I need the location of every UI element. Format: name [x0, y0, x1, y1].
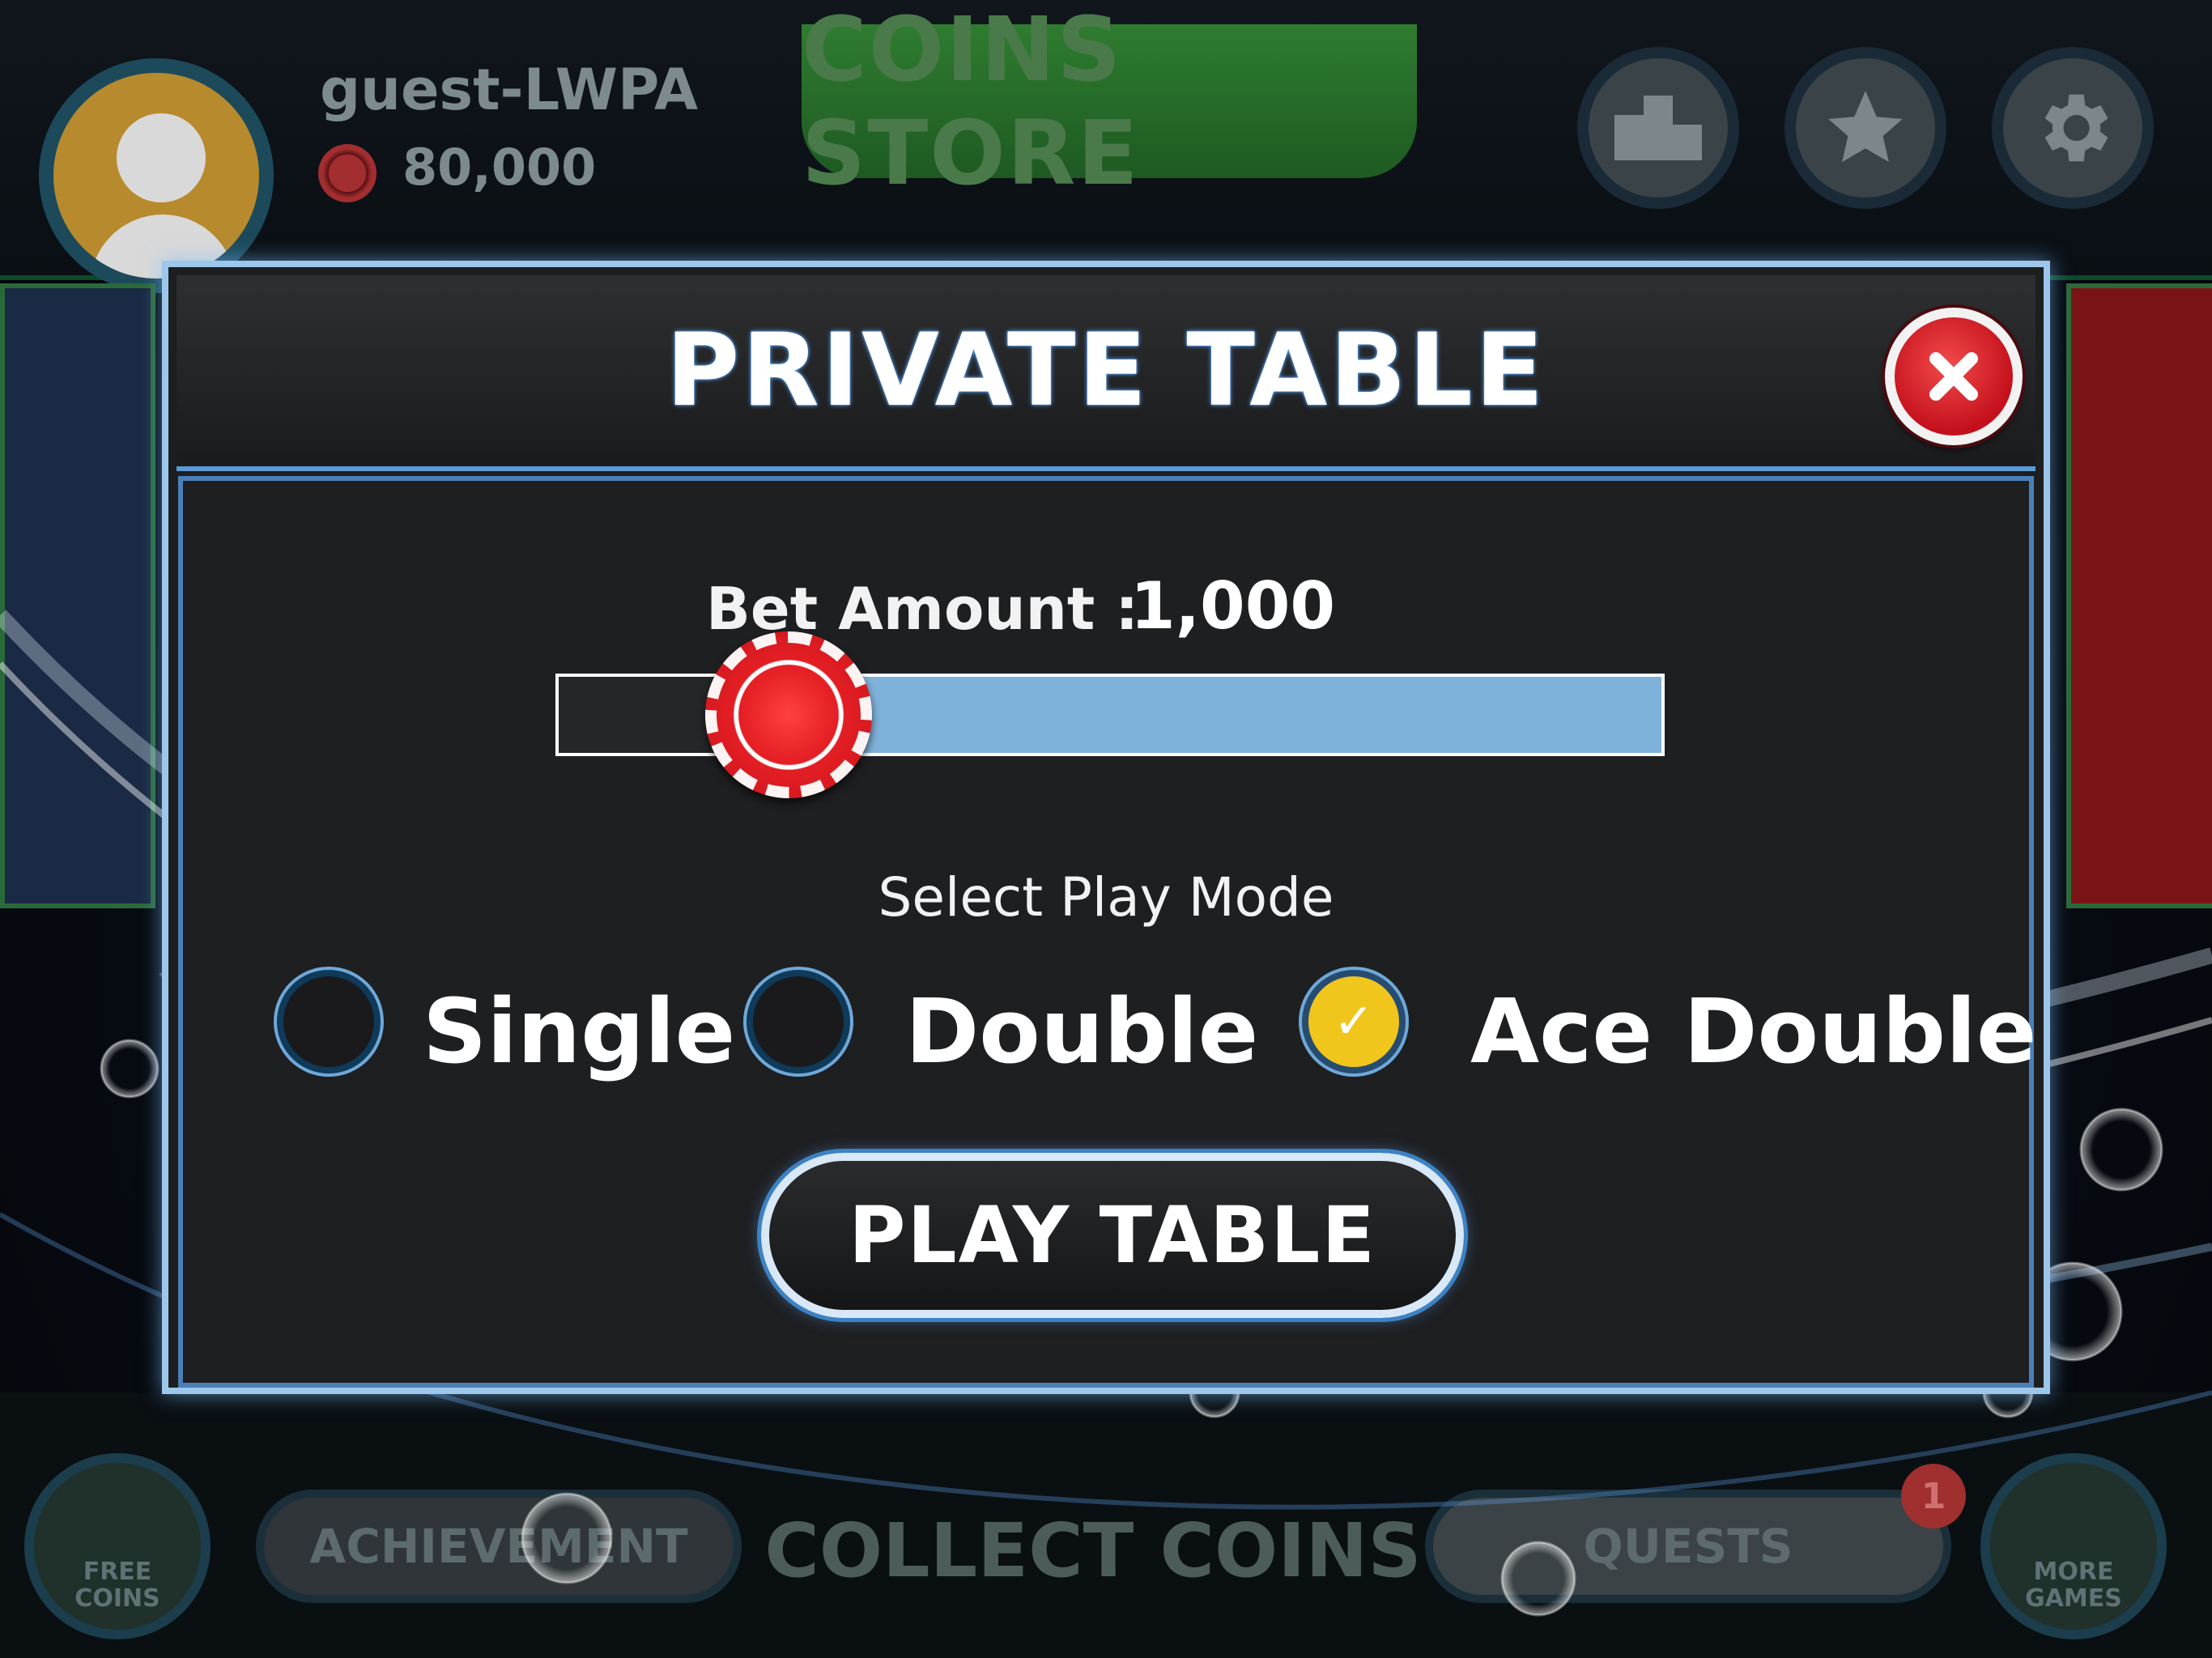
- coins-store-button[interactable]: COINS STORE: [802, 0, 1417, 205]
- coin-balance: 80,000: [402, 138, 597, 197]
- leaderboard-button[interactable]: [1577, 47, 1739, 209]
- settings-button[interactable]: [1992, 47, 2154, 209]
- free-coins-button[interactable]: FREE COINS: [24, 1453, 211, 1639]
- more-games-button[interactable]: MORE GAMES: [1980, 1453, 2167, 1639]
- dialog-header: PRIVATE TABLE: [177, 275, 2035, 471]
- leaderboard-icon: [1614, 96, 1702, 160]
- quests-badge: 1: [1901, 1464, 1966, 1528]
- left-game-card[interactable]: [0, 283, 155, 908]
- dialog-title: PRIVATE TABLE: [666, 312, 1546, 429]
- radio-double[interactable]: [747, 970, 850, 1073]
- slider-thumb-chip[interactable]: [704, 631, 872, 798]
- avatar-head: [117, 113, 206, 202]
- top-bar: guest-LWPA 80,000 COINS STORE: [0, 0, 2212, 293]
- more-games-label: MORE GAMES: [2025, 1558, 2122, 1613]
- play-table-button[interactable]: PLAY TABLE: [761, 1153, 1464, 1318]
- chip-icon: [318, 144, 376, 202]
- achievement-button[interactable]: ACHIEVEMENT: [256, 1490, 742, 1603]
- play-mode-label: Select Play Mode: [878, 866, 1334, 929]
- radio-single[interactable]: [277, 970, 381, 1073]
- favorites-button[interactable]: [1784, 47, 1946, 209]
- avatar[interactable]: [39, 58, 274, 293]
- close-button[interactable]: [1885, 308, 2023, 445]
- checkmark-icon: ✓: [1333, 993, 1375, 1050]
- close-icon: [1929, 352, 1978, 401]
- mode-single-label[interactable]: Single: [423, 980, 735, 1083]
- quests-button[interactable]: QUESTS: [1425, 1490, 1951, 1603]
- bet-amount-value: 1,000: [1130, 568, 1336, 644]
- collect-coins-button[interactable]: COLLECT COINS: [761, 1482, 1425, 1619]
- gear-icon: [2044, 94, 2108, 162]
- mode-ace-double-label[interactable]: Ace Double: [1470, 980, 2036, 1083]
- star-icon: [1828, 91, 1903, 163]
- radio-ace-double[interactable]: ✓: [1302, 970, 1406, 1073]
- mode-double-label[interactable]: Double: [905, 980, 1258, 1083]
- right-game-card[interactable]: [2066, 283, 2212, 908]
- username: guest-LWPA: [320, 57, 699, 123]
- free-coins-label: FREE COINS: [74, 1558, 160, 1613]
- private-table-dialog: PRIVATE TABLE Bet Amount : 1,000 Select …: [162, 261, 2050, 1394]
